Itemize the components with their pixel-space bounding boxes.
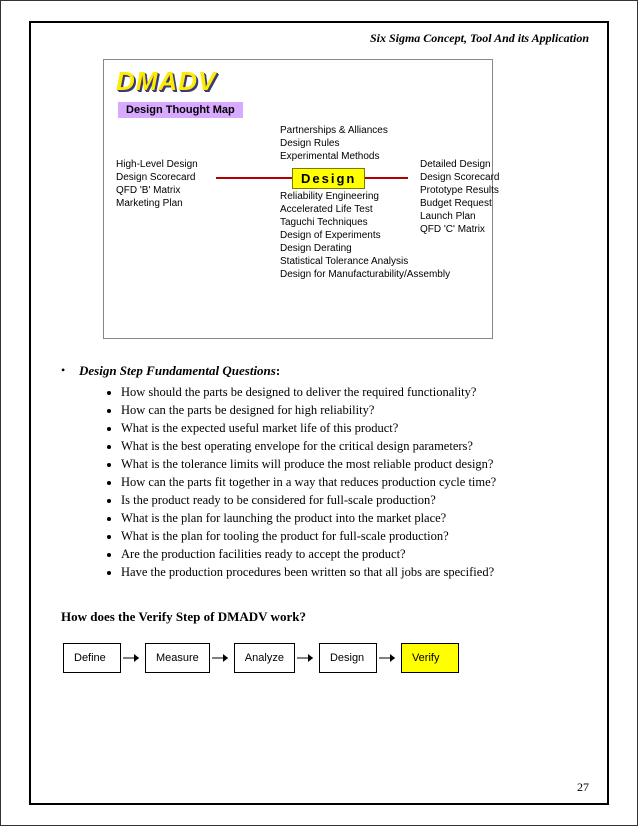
flow-step-measure: Measure bbox=[145, 643, 210, 673]
flow-step-define: Define bbox=[63, 643, 121, 673]
bullet-icon: • bbox=[61, 363, 65, 378]
diagram-right-item: Detailed Design bbox=[420, 158, 499, 171]
question-item: Is the product ready to be considered fo… bbox=[121, 491, 583, 509]
page-frame: Six Sigma Concept, Tool And its Applicat… bbox=[29, 21, 609, 805]
dmadv-flow: Define Measure Analyze Design Verify bbox=[63, 643, 583, 673]
diagram-left-column: High-Level Design Design Scorecard QFD '… bbox=[116, 158, 198, 210]
dmadv-wordmark: DMADV bbox=[116, 66, 216, 97]
header-title: Six Sigma Concept, Tool And its Applicat… bbox=[370, 31, 589, 46]
verify-heading: How does the Verify Step of DMADV work? bbox=[61, 609, 583, 625]
arrow-icon bbox=[121, 652, 145, 664]
diagram-top-item: Experimental Methods bbox=[280, 150, 388, 163]
page-number: 27 bbox=[577, 780, 589, 795]
diagram-right-item: Prototype Results bbox=[420, 184, 499, 197]
question-item: How can the parts be designed for high r… bbox=[121, 401, 583, 419]
arrow-icon bbox=[295, 652, 319, 664]
diagram-left-item: High-Level Design bbox=[116, 158, 198, 171]
arrow-icon bbox=[377, 652, 401, 664]
dmadv-diagram: DMADV Design Thought Map High-Level Desi… bbox=[103, 59, 493, 339]
question-item: What is the tolerance limits will produc… bbox=[121, 455, 583, 473]
diagram-right-item: QFD 'C' Matrix bbox=[420, 223, 499, 236]
question-item: What is the expected useful market life … bbox=[121, 419, 583, 437]
flow-step-analyze: Analyze bbox=[234, 643, 295, 673]
diagram-top-item: Partnerships & Alliances bbox=[280, 124, 388, 137]
design-center-box: Design bbox=[292, 168, 365, 189]
questions-list: How should the parts be designed to deli… bbox=[121, 383, 583, 581]
diagram-right-item: Launch Plan bbox=[420, 210, 499, 223]
diagram-left-item: Marketing Plan bbox=[116, 197, 198, 210]
diagram-bottom-item: Design for Manufacturability/Assembly bbox=[280, 268, 450, 281]
diagram-bottom-item: Design Derating bbox=[280, 242, 450, 255]
diagram-top-item: Design Rules bbox=[280, 137, 388, 150]
thought-map-label: Design Thought Map bbox=[118, 102, 243, 118]
diagram-right-column: Detailed Design Design Scorecard Prototy… bbox=[420, 158, 499, 236]
question-item: What is the best operating envelope for … bbox=[121, 437, 583, 455]
arrow-icon bbox=[210, 652, 234, 664]
question-item: How should the parts be designed to deli… bbox=[121, 383, 583, 401]
question-item: Have the production procedures been writ… bbox=[121, 563, 583, 581]
diagram-right-item: Budget Request bbox=[420, 197, 499, 210]
diagram-right-item: Design Scorecard bbox=[420, 171, 499, 184]
diagram-left-item: Design Scorecard bbox=[116, 171, 198, 184]
question-item: How can the parts fit together in a way … bbox=[121, 473, 583, 491]
flow-step-verify: Verify bbox=[401, 643, 459, 673]
question-item: Are the production facilities ready to a… bbox=[121, 545, 583, 563]
flow-step-design: Design bbox=[319, 643, 377, 673]
diagram-left-item: QFD 'B' Matrix bbox=[116, 184, 198, 197]
content-area: • Design Step Fundamental Questions: How… bbox=[55, 363, 583, 673]
diagram-bottom-item: Statistical Tolerance Analysis bbox=[280, 255, 450, 268]
question-item: What is the plan for launching the produ… bbox=[121, 509, 583, 527]
questions-heading: Design Step Fundamental Questions: bbox=[79, 363, 583, 379]
question-item: What is the plan for tooling the product… bbox=[121, 527, 583, 545]
diagram-top-column: Partnerships & Alliances Design Rules Ex… bbox=[280, 124, 388, 163]
